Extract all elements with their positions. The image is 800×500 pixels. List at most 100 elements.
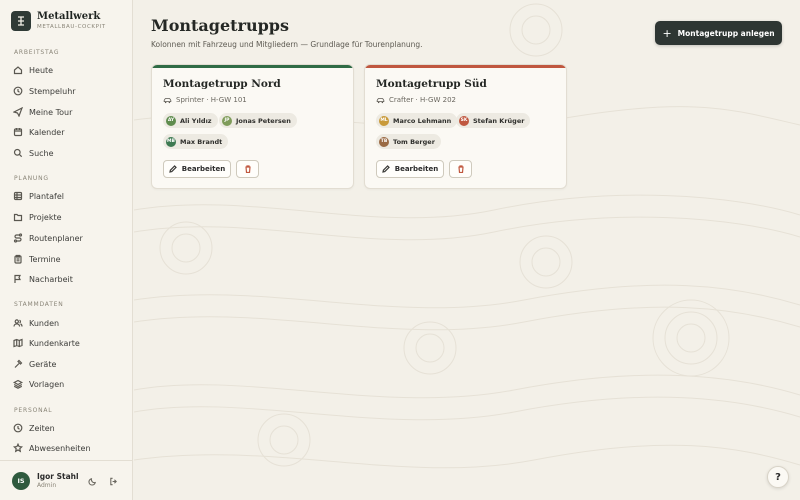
calendar-icon <box>13 127 23 137</box>
team-vehicle: Crafter · H-GW 202 <box>376 96 456 104</box>
sidebar-item-label: Geräte <box>29 359 57 369</box>
member-avatar: MB <box>166 136 176 147</box>
send-icon <box>13 107 23 117</box>
star-icon <box>13 443 23 453</box>
sidebar-item-routenplaner[interactable]: Routenplaner <box>13 229 125 247</box>
delete-button[interactable] <box>236 160 259 178</box>
sidebar-item-label: Heute <box>29 65 54 75</box>
member-avatar: ML <box>379 115 389 126</box>
sidebar-item-label: Meine Tour <box>29 107 73 117</box>
section-label-stammdaten: STAMMDATEN <box>14 301 64 308</box>
brand-title: Metallwerk <box>37 11 101 22</box>
member-chip: TB Tom Berger <box>376 134 441 149</box>
sidebar-item-kunden[interactable]: Kunden <box>13 314 125 332</box>
car-icon <box>163 97 172 103</box>
bracket-logo-icon <box>11 11 31 31</box>
help-button[interactable]: ? <box>767 466 789 488</box>
team-vehicle: Sprinter · H-GW 101 <box>163 96 247 104</box>
sidebar-item-label: Termine <box>29 254 61 264</box>
team-name: Montagetrupp Nord <box>163 78 281 90</box>
trash-icon <box>457 165 464 173</box>
member-chip: JP Jonas Petersen <box>219 113 297 128</box>
sidebar-item-projekte[interactable]: Projekte <box>13 208 125 226</box>
plus-icon: + <box>662 26 672 40</box>
brand[interactable]: Metallwerk METALLBAU-COCKPIT <box>11 11 106 31</box>
brand-subtitle: METALLBAU-COCKPIT <box>37 24 106 30</box>
member-chip: ML Marco Lehmann <box>376 113 458 128</box>
member-avatar: SK <box>459 115 469 126</box>
team-card: Montagetrupp Süd Crafter · H-GW 202 ML M… <box>364 64 567 189</box>
sidebar-item-label: Suche <box>29 148 54 158</box>
flag-icon <box>13 274 23 284</box>
user-profile: IS Igor Stahl Admin <box>0 460 133 500</box>
team-card: Montagetrupp Nord Sprinter · H-GW 101 AY… <box>151 64 354 189</box>
layers-icon <box>13 379 23 389</box>
sidebar-item-label: Plantafel <box>29 191 65 201</box>
pencil-icon <box>168 165 177 173</box>
car-icon <box>376 97 385 103</box>
edit-button[interactable]: Bearbeiten <box>163 160 231 178</box>
sidebar-item-meine-tour[interactable]: Meine Tour <box>13 103 125 121</box>
grid-icon <box>13 191 23 201</box>
home-icon <box>13 65 23 75</box>
sidebar-item-label: Projekte <box>29 212 62 222</box>
avatar[interactable]: IS <box>12 472 30 490</box>
user-role: Admin <box>37 482 57 489</box>
sidebar-item-label: Kunden <box>29 318 60 328</box>
sidebar-item-zeiten[interactable]: Zeiten <box>13 419 125 437</box>
add-team-button[interactable]: + Montagetrupp anlegen <box>655 21 782 45</box>
sidebar-item-label: Abwesenheiten <box>29 443 91 453</box>
card-accent-bar <box>152 65 353 68</box>
member-chip: MB Max Brandt <box>163 134 229 149</box>
member-name: Ali Yıldız <box>180 116 212 125</box>
map-icon <box>13 338 23 348</box>
member-name: Marco Lehmann <box>393 116 452 125</box>
sidebar-item-plantafel[interactable]: Plantafel <box>13 187 125 205</box>
sidebar-item-label: Stempeluhr <box>29 86 76 96</box>
search-icon <box>13 148 23 158</box>
sidebar-item-heute[interactable]: Heute <box>13 61 125 79</box>
member-name: Max Brandt <box>180 137 223 146</box>
route-icon <box>13 233 23 243</box>
member-avatar: AY <box>166 115 176 126</box>
sidebar-item-geraete[interactable]: Geräte <box>13 355 125 373</box>
add-team-button-label: Montagetrupp anlegen <box>677 28 775 38</box>
member-name: Jonas Petersen <box>236 116 291 125</box>
edit-button[interactable]: Bearbeiten <box>376 160 444 178</box>
sidebar-item-stempeluhr[interactable]: Stempeluhr <box>13 82 125 100</box>
users-icon <box>13 318 23 328</box>
sidebar-item-label: Vorlagen <box>29 379 65 389</box>
member-avatar: TB <box>379 136 389 147</box>
team-vehicle-label: Sprinter · H-GW 101 <box>176 96 247 104</box>
sidebar-item-nacharbeit[interactable]: Nacharbeit <box>13 270 125 288</box>
sidebar-item-vorlagen[interactable]: Vorlagen <box>13 375 125 393</box>
sidebar-item-label: Zeiten <box>29 423 55 433</box>
user-name: Igor Stahl <box>37 472 79 481</box>
moon-icon[interactable] <box>86 475 98 487</box>
trash-icon <box>244 165 251 173</box>
card-accent-bar <box>365 65 566 68</box>
page-subtitle: Kolonnen mit Fahrzeug und Mitgliedern — … <box>151 40 423 49</box>
member-chip: AY Ali Yıldız <box>163 113 218 128</box>
delete-button[interactable] <box>449 160 472 178</box>
folder-icon <box>13 212 23 222</box>
section-label-planung: PLANUNG <box>14 175 49 182</box>
logout-icon[interactable] <box>107 475 119 487</box>
sidebar-item-kalender[interactable]: Kalender <box>13 123 125 141</box>
clipboard-icon <box>13 254 23 264</box>
sidebar-item-termine[interactable]: Termine <box>13 250 125 268</box>
section-label-personal: PERSONAL <box>14 407 53 414</box>
section-label-arbeitstag: ARBEITSTAG <box>14 49 60 56</box>
sidebar-item-label: Kundenkarte <box>29 338 80 348</box>
main-content: Montagetrupps Kolonnen mit Fahrzeug und … <box>134 0 800 500</box>
sidebar-item-kundenkarte[interactable]: Kundenkarte <box>13 334 125 352</box>
team-name: Montagetrupp Süd <box>376 78 487 90</box>
sidebar-item-suche[interactable]: Suche <box>13 144 125 162</box>
hammer-icon <box>13 359 23 369</box>
member-name: Stefan Krüger <box>473 116 525 125</box>
team-vehicle-label: Crafter · H-GW 202 <box>389 96 456 104</box>
clock-icon <box>13 423 23 433</box>
sidebar-item-abwesenheiten[interactable]: Abwesenheiten <box>13 439 125 457</box>
clock-icon <box>13 86 23 96</box>
edit-button-label: Bearbeiten <box>181 165 226 173</box>
